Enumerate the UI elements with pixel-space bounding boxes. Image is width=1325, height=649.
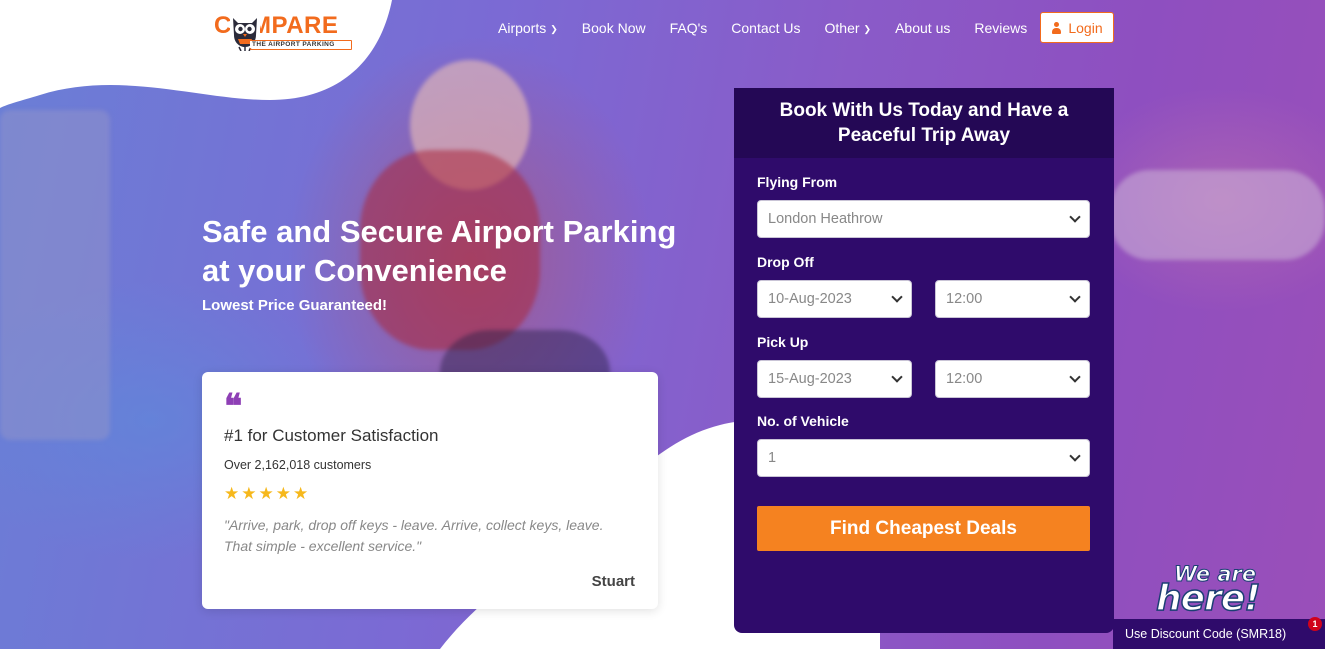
vehicles-label: No. of Vehicle xyxy=(757,413,849,429)
chat-line-2: here! xyxy=(1155,577,1261,620)
vehicles-select[interactable]: 1 xyxy=(757,439,1090,477)
quote-icon: ❝ xyxy=(224,387,243,427)
star-icon: ★ xyxy=(241,484,257,503)
discount-code-bar[interactable]: Use Discount Code (SMR18) xyxy=(1113,619,1325,649)
testimonial-author: Stuart xyxy=(591,573,635,590)
nav-item-book-now[interactable]: Book Now xyxy=(582,20,646,36)
testimonial-title: #1 for Customer Satisfaction xyxy=(224,426,439,445)
star-rating: ★ ★ ★ ★ ★ xyxy=(224,484,308,504)
hero-background xyxy=(0,0,1325,649)
chevron-down-icon xyxy=(1069,450,1081,462)
chevron-down-icon: ❯ xyxy=(550,24,558,34)
star-icon: ★ xyxy=(258,484,274,503)
find-deals-button[interactable]: Find Cheapest Deals xyxy=(757,506,1090,551)
nav-item-airports[interactable]: Airports ❯ xyxy=(498,20,558,36)
drop-off-label: Drop Off xyxy=(757,254,814,270)
nav-item-about-us[interactable]: About us xyxy=(895,20,950,36)
chevron-down-icon xyxy=(1069,371,1081,383)
booking-form: Book With Us Today and Have a Peaceful T… xyxy=(734,88,1114,633)
drop-off-time-select[interactable]: 12:00 xyxy=(935,280,1090,318)
user-icon xyxy=(1051,21,1062,34)
chat-widget-we-are-here[interactable]: We are here! xyxy=(1152,562,1272,620)
hero-subtitle: Lowest Price Guaranteed! xyxy=(202,297,388,314)
main-nav: Airports ❯ Book Now FAQ's Contact Us Othe… xyxy=(486,0,1039,56)
nav-item-reviews[interactable]: Reviews xyxy=(974,20,1027,36)
testimonial-text: "Arrive, park, drop off keys - leave. Ar… xyxy=(224,517,604,554)
hero-photo-car xyxy=(1110,170,1325,260)
nav-item-other[interactable]: Other ❯ xyxy=(825,20,872,36)
pick-up-label: Pick Up xyxy=(757,334,809,350)
hero-photo-bus xyxy=(0,110,110,440)
nav-item-faqs[interactable]: FAQ's xyxy=(670,20,708,36)
chevron-down-icon xyxy=(1069,211,1081,223)
star-icon: ★ xyxy=(224,484,240,503)
login-button[interactable]: Login xyxy=(1040,12,1114,43)
chevron-down-icon xyxy=(1069,291,1081,303)
star-icon: ★ xyxy=(293,484,309,503)
nav-item-contact-us[interactable]: Contact Us xyxy=(731,20,800,36)
chevron-down-icon xyxy=(891,291,903,303)
flying-from-select[interactable]: London Heathrow xyxy=(757,200,1090,238)
site-logo[interactable]: COMPARE THE AIRPORT PARKING xyxy=(214,12,354,56)
logo-tagline: THE AIRPORT PARKING xyxy=(250,41,337,48)
flying-from-label: Flying From xyxy=(757,174,838,190)
chevron-down-icon xyxy=(891,371,903,383)
pick-up-time-select[interactable]: 12:00 xyxy=(935,360,1090,398)
notification-badge: 1 xyxy=(1308,617,1322,631)
testimonial-card: ❝ #1 for Customer Satisfaction Over 2,16… xyxy=(202,372,658,609)
customer-count: Over 2,162,018 customers xyxy=(224,458,372,472)
pick-up-date-select[interactable]: 15-Aug-2023 xyxy=(757,360,912,398)
chevron-down-icon: ❯ xyxy=(863,24,872,34)
booking-heading: Book With Us Today and Have a Peaceful T… xyxy=(734,88,1114,158)
hero-title: Safe and Secure Airport Parking at your … xyxy=(202,214,677,288)
drop-off-date-select[interactable]: 10-Aug-2023 xyxy=(757,280,912,318)
star-icon: ★ xyxy=(275,484,291,503)
